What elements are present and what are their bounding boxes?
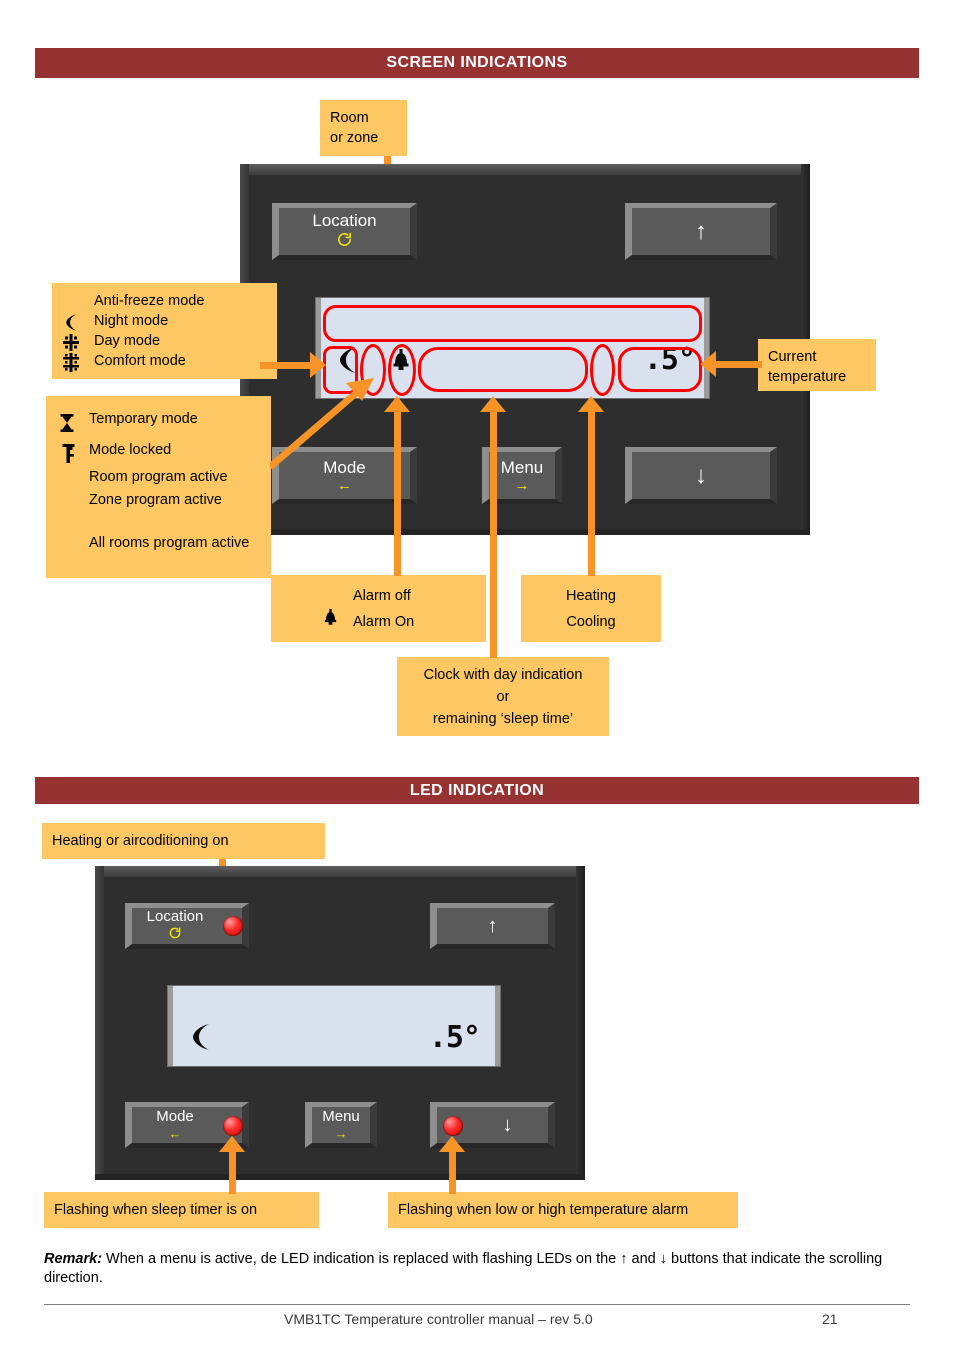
led-down	[443, 1116, 463, 1136]
key-up-led[interactable]: ↑	[430, 903, 555, 949]
callout-sleep-timer: Flashing when sleep timer is on	[44, 1192, 319, 1228]
device-top-edge	[240, 164, 810, 175]
key-menu-label: Menu	[500, 457, 544, 477]
program-symbol-locked-icon	[62, 444, 75, 469]
lcd-led-temperature-value: .5°	[428, 1020, 481, 1055]
arrow-right-hint-icon: →	[514, 476, 530, 494]
callout-clock-line3: remaining ‘sleep time’	[432, 710, 574, 727]
footer-page-number: 21	[822, 1311, 838, 1327]
rotate-ccw-icon	[336, 231, 353, 251]
callout-room-or-zone: Room or zone	[320, 100, 407, 156]
callout-modes-row-1-label: Night mode	[94, 313, 169, 329]
arrow-up-icon: ↑	[695, 217, 707, 245]
connector-temp-alarm-vertical	[449, 1148, 456, 1194]
annotation-box-current-temp	[618, 347, 702, 392]
alarm-bell-icon	[323, 608, 338, 634]
arrow-left-hint-icon-led: ←	[168, 1126, 182, 1141]
connector-clock-arrowhead	[480, 396, 506, 412]
lcd-screen-led: .5°	[167, 985, 501, 1067]
callout-programs-row-2-label: Room program active	[89, 469, 228, 485]
arrow-right-hint-icon-led: →	[334, 1126, 348, 1141]
remark-label: Remark:	[44, 1251, 103, 1267]
section-header-screen-indications: SCREEN INDICATIONS	[35, 48, 919, 78]
callout-current-temp-line2: temperature	[768, 369, 847, 385]
device-bottom-edge	[240, 529, 810, 535]
connector-sleep-timer-vertical	[229, 1148, 236, 1194]
callout-current-temperature: Current temperature	[758, 339, 876, 391]
callout-heating-airco-text: Heating or aircoditioning on	[52, 833, 229, 849]
key-menu-led-label: Menu	[322, 1108, 360, 1125]
device-led-right-edge	[576, 866, 585, 1180]
callout-sleep-timer-text: Flashing when sleep timer is on	[54, 1202, 258, 1218]
arrow-down-icon: ↓	[695, 461, 707, 489]
key-location[interactable]: Location	[272, 203, 417, 260]
callout-room-line1: Room	[330, 110, 369, 126]
section-title: SCREEN INDICATIONS	[386, 54, 568, 71]
connector-temp-alarm-arrowhead	[439, 1136, 465, 1152]
footer-title: VMB1TC Temperature controller manual – r…	[284, 1311, 593, 1327]
program-symbol-temporary-icon	[60, 414, 74, 438]
callout-alarm-row-0-label: Alarm off	[353, 588, 411, 604]
callout-programs-row-3-label: Zone program active	[89, 492, 222, 508]
callout-temp-alarm-text: Flashing when low or high temperature al…	[398, 1202, 689, 1218]
callout-programs-row-4-label: All rooms program active	[89, 535, 250, 551]
manual-page: SCREEN INDICATIONS Room or zone Location…	[0, 0, 954, 1351]
footer-rule	[44, 1304, 910, 1305]
section-header-led-indication: LED INDICATION	[35, 777, 919, 804]
callout-programs: Temporary mode Mode locked Room program …	[46, 396, 271, 578]
connector-alarm-arrowhead	[384, 396, 410, 412]
section-title-led: LED INDICATION	[409, 781, 545, 799]
callout-heatcool-line2: Cooling	[566, 613, 616, 630]
callout-heatcool-line1: Heating	[566, 587, 616, 604]
connector-clock-vertical	[490, 408, 497, 658]
connector-heatcool-arrowhead	[578, 396, 604, 412]
device-led-bottom-edge	[95, 1174, 585, 1180]
callout-room-line2: or zone	[330, 130, 379, 146]
callout-programs-row-1-label: Mode locked	[89, 442, 172, 458]
device-led-top-edge	[95, 866, 585, 877]
thermostat-device-led: Location ↑ .5° Mode ← Menu → ↓	[95, 866, 585, 1180]
callout-modes-row-0-label: Anti-freeze mode	[94, 293, 205, 309]
connector-sleep-timer-arrowhead	[219, 1136, 245, 1152]
connector-current-temp-arrowhead	[700, 351, 716, 377]
callout-clock-line1: Clock with day indication	[423, 666, 583, 683]
callout-clock: Clock with day indication or remaining ‘…	[397, 657, 609, 736]
led-mode	[223, 1116, 243, 1136]
key-location-led-label: Location	[146, 908, 204, 925]
arrow-up-icon-led: ↑	[487, 915, 498, 937]
connector-current-temp-horizontal	[714, 361, 762, 368]
callout-alarm: Alarm off Alarm On	[271, 575, 486, 642]
mode-symbol-comfort-icon	[62, 353, 80, 378]
callout-heating-airco: Heating or aircoditioning on	[42, 823, 325, 859]
callout-heating-cooling: Heating Cooling	[521, 575, 661, 642]
key-up[interactable]: ↑	[625, 203, 777, 260]
key-mode-led-label: Mode	[156, 1108, 194, 1125]
key-location-label: Location	[312, 211, 377, 230]
key-menu-led[interactable]: Menu →	[305, 1102, 377, 1148]
remark-paragraph: Remark: When a menu is active, de LED in…	[44, 1250, 910, 1288]
callout-modes-row-2-label: Day mode	[94, 333, 161, 349]
callout-clock-line2: or	[496, 688, 510, 705]
annotation-box-clock	[418, 347, 588, 392]
led-location	[223, 916, 243, 936]
annotation-box-room-line	[323, 305, 702, 342]
arrow-left-hint-icon: ←	[337, 476, 352, 494]
annotation-oval-heatcool	[590, 344, 615, 396]
thermostat-device-screen: Location ↑ .5° Mode ← Menu → ↓	[240, 164, 810, 535]
arrow-down-icon-led: ↓	[502, 1114, 513, 1136]
callout-modes: Anti-freeze mode Night mode Day mode Com…	[52, 283, 277, 379]
lcd-led-night-mode-icon	[191, 1022, 213, 1056]
connector-programs-diagonal	[270, 378, 374, 470]
callout-current-temp-line1: Current	[768, 349, 817, 365]
callout-modes-row-3-label: Comfort mode	[94, 353, 186, 369]
callout-programs-row-0-label: Temporary mode	[89, 411, 198, 427]
callout-alarm-row-1-label: Alarm On	[353, 614, 415, 630]
connector-alarm-vertical	[394, 408, 401, 576]
connector-heatcool-vertical	[588, 408, 595, 576]
rotate-ccw-icon-led	[168, 926, 182, 943]
key-down[interactable]: ↓	[625, 447, 777, 504]
remark-text: When a menu is active, de LED indication…	[44, 1251, 883, 1286]
device-led-left-edge	[95, 866, 104, 1180]
callout-temp-alarm: Flashing when low or high temperature al…	[388, 1192, 738, 1228]
